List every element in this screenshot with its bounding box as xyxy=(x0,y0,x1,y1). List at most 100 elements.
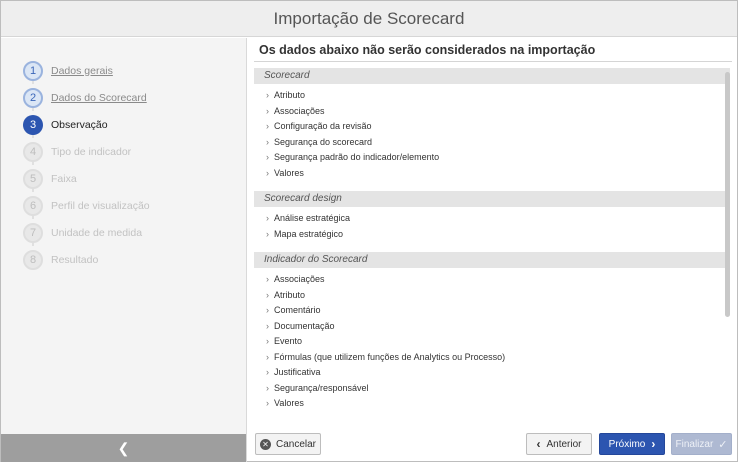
list-item: › Configuração da revisão xyxy=(254,119,730,135)
cancel-button[interactable]: ✕ Cancelar xyxy=(255,433,321,455)
chevron-right-icon: › xyxy=(266,289,269,300)
previous-button[interactable]: ‹ Anterior xyxy=(526,433,592,455)
section-header: Indicador do Scorecard xyxy=(254,252,730,268)
wizard-footer: ✕ Cancelar ‹ Anterior Próximo › Finaliza… xyxy=(254,433,732,455)
chevron-left-icon: ‹ xyxy=(536,437,541,451)
list-item: › Evento xyxy=(254,334,730,350)
list-item-label: Comentário xyxy=(274,305,321,315)
list-item-label: Evento xyxy=(274,336,303,346)
chevron-right-icon: › xyxy=(266,320,269,331)
step-5: 5 Faixa xyxy=(23,165,150,192)
chevron-right-icon: › xyxy=(266,121,269,131)
list-item-label: Segurança do scorecard xyxy=(274,136,373,147)
title-bar: Importação de Scorecard xyxy=(1,1,737,37)
finish-button[interactable]: Finalizar ✓ xyxy=(671,433,732,455)
step-label[interactable]: Dados gerais xyxy=(51,65,113,77)
import-wizard-window: Importação de Scorecard 1 Dados gerais 2 Da… xyxy=(0,0,738,462)
list-item-label: Mapa estratégico xyxy=(274,228,344,239)
list-item-label: Associações xyxy=(274,105,325,116)
list-item: › Segurança do scorecard xyxy=(254,135,730,151)
list-item: › Segurança/responsável xyxy=(254,381,730,397)
steps-list: 1 Dados gerais 2 Dados do Scorecard 3 Observa… xyxy=(23,57,150,273)
chevron-right-icon: › xyxy=(266,152,269,162)
chevron-right-icon: › xyxy=(266,213,269,223)
list-item-label: Valores xyxy=(274,167,304,178)
list-item: › Atributo xyxy=(254,88,730,104)
list-item-label: Atributo xyxy=(274,90,306,100)
list-item-label: Segurança/responsável xyxy=(274,382,369,393)
list-item: › Mapa estratégico xyxy=(254,227,730,243)
step-number: 8 xyxy=(23,249,43,270)
list-item: › Valores xyxy=(254,166,730,182)
list-item: › Atributo xyxy=(254,288,730,304)
step-1[interactable]: 1 Dados gerais xyxy=(23,57,150,84)
ignored-data-list: Scorecard › Atributo › Associações › Configura… xyxy=(254,68,730,416)
list-item: › Associações xyxy=(254,272,730,288)
collapse-sidebar-button[interactable]: ❮ xyxy=(1,434,246,462)
chevron-right-icon: › xyxy=(266,228,269,239)
previous-button-label: Anterior xyxy=(546,438,582,450)
window-title: Importação de Scorecard xyxy=(273,9,465,28)
chevron-right-icon: › xyxy=(266,105,269,116)
chevron-right-icon: › xyxy=(266,90,269,100)
list-item: › Segurança padrão do indicador/elemento xyxy=(254,150,730,166)
list-item-label: Justificativa xyxy=(274,367,321,377)
chevron-right-icon: › xyxy=(266,382,269,393)
step-label[interactable]: Dados do Scorecard xyxy=(51,92,147,104)
wizard-steps-sidebar: 1 Dados gerais 2 Dados do Scorecard 3 Observa… xyxy=(1,38,247,462)
step-3: 3 Observação xyxy=(23,111,150,138)
step-number: 4 xyxy=(23,141,43,162)
list-item: › Comentário xyxy=(254,303,730,319)
next-button[interactable]: Próximo › xyxy=(599,433,665,455)
list-item: › Associações xyxy=(254,104,730,120)
section-header: Scorecard design xyxy=(254,191,730,207)
list-item-label: Fórmulas (que utilizem funções de Analyt… xyxy=(274,351,506,362)
chevron-left-icon: ❮ xyxy=(117,439,130,456)
chevron-right-icon: › xyxy=(266,336,269,346)
next-button-label: Próximo xyxy=(608,438,646,450)
step-7: 7 Unidade de medida xyxy=(23,219,150,246)
section-header: Scorecard xyxy=(254,68,730,84)
list-item-label: Atributo xyxy=(274,289,306,300)
list-item: › Valores xyxy=(254,396,730,412)
step-label: Resultado xyxy=(51,253,99,266)
main-panel: Os dados abaixo não serão considerados n… xyxy=(248,38,738,462)
step-label: Faixa xyxy=(51,172,77,185)
step-number: 6 xyxy=(23,195,43,216)
step-number: 7 xyxy=(23,222,43,243)
step-label: Tipo de indicador xyxy=(51,145,132,158)
list-item: › Documentação xyxy=(254,319,730,335)
chevron-right-icon: › xyxy=(266,398,269,408)
step-number: 3 xyxy=(23,114,43,135)
step-label: Observação xyxy=(51,118,108,131)
step-number: 5 xyxy=(23,168,43,189)
step-label: Unidade de medida xyxy=(51,226,143,239)
list-item-label: Valores xyxy=(274,398,304,408)
close-circle-icon: ✕ xyxy=(259,438,271,450)
page-title: Os dados abaixo não serão considerados n… xyxy=(259,43,596,57)
step-6: 6 Perfil de visualização xyxy=(23,192,150,219)
cancel-button-label: Cancelar xyxy=(275,438,317,450)
check-icon: ✓ xyxy=(718,438,728,451)
list-scrollbar[interactable] xyxy=(725,72,730,317)
title-divider xyxy=(254,61,732,62)
list-item-label: Análise estratégica xyxy=(274,213,351,223)
finish-button-label: Finalizar xyxy=(675,438,714,450)
list-item: › Justificativa xyxy=(254,365,730,381)
list-item-label: Documentação xyxy=(274,320,335,331)
list-item: › Fórmulas (que utilizem funções de Analy… xyxy=(254,350,730,366)
list-item-label: Segurança padrão do indicador/elemento xyxy=(274,152,440,162)
step-2[interactable]: 2 Dados do Scorecard xyxy=(23,84,150,111)
list-item-label: Configuração da revisão xyxy=(274,121,372,131)
chevron-right-icon: › xyxy=(266,274,269,284)
chevron-right-icon: › xyxy=(651,437,656,451)
chevron-right-icon: › xyxy=(266,351,269,362)
chevron-right-icon: › xyxy=(266,305,269,315)
chevron-right-icon: › xyxy=(266,136,269,147)
list-item: › Análise estratégica xyxy=(254,211,730,227)
step-label: Perfil de visualização xyxy=(51,199,150,212)
chevron-right-icon: › xyxy=(266,167,269,178)
step-number: 1 xyxy=(23,60,43,81)
